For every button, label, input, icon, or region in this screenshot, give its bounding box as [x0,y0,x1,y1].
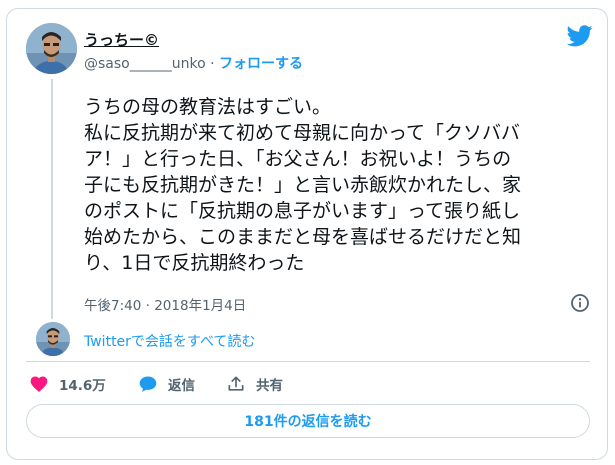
divider [26,361,590,362]
read-conversation-link[interactable]: Twitterで会話をすべて読む [84,331,255,351]
share-icon [228,376,244,391]
handle-separator: · [210,56,215,72]
tweet-text-line: ア！」と行った日、「お父さん！お祝いよ！うちの [84,148,512,170]
tweet-text-line: うちの母の教育法はすごい。 [84,96,332,118]
info-icon[interactable] [570,293,590,313]
conversation-avatar[interactable] [36,322,70,356]
author-display-name[interactable]: うっちー© [84,29,159,50]
speech-bubble-icon [139,376,157,392]
tweet-date: 2018年1月4日 [154,298,247,314]
tweet-text-line: 始めたから、このままだと母を喜ばせるだけだと知 [84,226,522,248]
tweet-text-line: 私に反抗期が来て初めて母親に向かって「クソババ [84,122,521,144]
share-button[interactable]: 共有 [226,373,283,395]
heart-icon [30,376,48,392]
tweet-text-line: のポストに「反抗期の息子がいます」って張り紙し [84,200,521,222]
tweet-text-line: り、1日で反抗期終わった [84,252,305,274]
follow-link[interactable]: フォローする [219,56,303,72]
timestamp-separator: · [145,298,150,314]
like-button[interactable]: 14.6万 [29,373,106,395]
reply-label: 返信 [168,378,195,394]
share-label: 共有 [256,378,283,394]
tweet-time: 午後7:40 [84,298,142,314]
like-count: 14.6万 [59,378,106,394]
reply-button[interactable]: 返信 [138,373,195,395]
thread-line [51,79,53,319]
twitter-bird-icon[interactable] [566,25,593,47]
tweet-card: うっちー© @saso______unko · フォローする うちの母の教育法は… [6,8,608,460]
author-avatar[interactable] [26,23,77,74]
tweet-text-line: 子にも反抗期がきた！」と言い赤飯炊かれたし、家 [84,174,522,196]
tweet-text: うちの母の教育法はすごい。 私に反抗期が来て初めて母親に向かって「クソババ ア！… [84,94,599,276]
author-handle-row: @saso______unko · フォローする [84,53,303,73]
tweet-timestamp[interactable]: 午後7:40 · 2018年1月4日 [84,294,246,314]
read-replies-button[interactable]: 181件の返信を読む [26,404,590,438]
author-handle[interactable]: @saso______unko [84,56,206,72]
